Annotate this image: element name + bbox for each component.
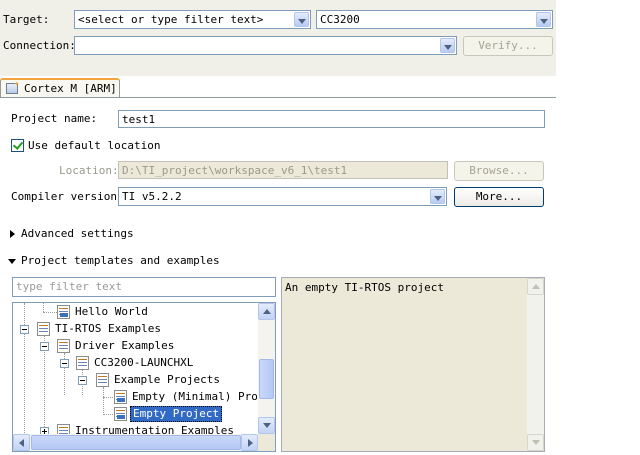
window-margin bbox=[556, 0, 640, 455]
templates-toggle[interactable]: Project templates and examples bbox=[21, 254, 220, 268]
project-name-input[interactable]: test1 bbox=[118, 110, 545, 128]
location-input[interactable]: D:\TI_project\workspace_v6_1\test1 bbox=[118, 161, 448, 179]
star-icon: ✦ bbox=[14, 79, 20, 89]
tree-horizontal-scrollbar[interactable] bbox=[13, 434, 258, 451]
tab-cortex-m[interactable]: ✦ Cortex M [ARM] bbox=[0, 78, 120, 98]
target-device-combo[interactable]: CC3200 bbox=[316, 10, 553, 29]
location-value: D:\TI_project\workspace_v6_1\test1 bbox=[122, 164, 348, 177]
project-name-value: test1 bbox=[122, 113, 156, 126]
scroll-down-button[interactable] bbox=[258, 417, 275, 434]
expand-right-icon[interactable] bbox=[10, 230, 15, 238]
arrow-left-icon bbox=[19, 439, 24, 447]
folder-icon bbox=[37, 322, 50, 336]
tree-item-label: Empty Project bbox=[130, 406, 223, 422]
tree-connector bbox=[43, 303, 44, 312]
arrow-down-icon bbox=[263, 423, 271, 428]
tree-item-label: TI-RTOS Examples bbox=[55, 322, 161, 335]
use-default-checkbox[interactable] bbox=[11, 139, 24, 152]
arrow-up-icon bbox=[532, 284, 540, 289]
target-filter-combo[interactable]: <select or type filter text> bbox=[74, 10, 311, 29]
compiler-version-label: Compiler version: bbox=[11, 190, 124, 203]
collapse-icon[interactable] bbox=[40, 342, 49, 351]
tree-connector bbox=[43, 312, 57, 313]
template-description: An empty TI-RTOS project bbox=[281, 277, 545, 452]
arrow-right-icon bbox=[248, 439, 253, 447]
connection-label: Connection: bbox=[3, 39, 76, 52]
tree-item-label: Driver Examples bbox=[75, 339, 175, 352]
horizontal-scroll-thumb[interactable] bbox=[31, 435, 241, 450]
description-scrollbar[interactable] bbox=[527, 278, 544, 451]
tab-label: Cortex M [ARM] bbox=[24, 82, 117, 95]
folder-icon bbox=[76, 356, 89, 370]
browse-button[interactable]: Browse... bbox=[454, 161, 544, 181]
template-filter-placeholder: type filter text bbox=[16, 280, 122, 293]
location-label: Location: bbox=[59, 164, 119, 177]
verify-button[interactable]: Verify... bbox=[463, 36, 553, 56]
scroll-up-button[interactable] bbox=[258, 303, 275, 320]
collapse-icon[interactable] bbox=[78, 376, 87, 385]
use-default-label: Use default location bbox=[28, 139, 161, 152]
collapse-down-icon[interactable] bbox=[8, 259, 16, 264]
chevron-down-icon[interactable] bbox=[440, 38, 455, 53]
vertical-scroll-thumb[interactable] bbox=[259, 359, 274, 399]
chevron-down-icon[interactable] bbox=[536, 12, 551, 27]
more-button[interactable]: More... bbox=[454, 187, 544, 207]
template-filter-input[interactable]: type filter text bbox=[12, 277, 276, 297]
compiler-version-combo[interactable]: TI v5.2.2 bbox=[118, 187, 447, 206]
tree-item-label: Hello World bbox=[75, 305, 148, 318]
templates-tree[interactable]: Hello World TI-RTOS Examples Driver Exam… bbox=[12, 302, 276, 452]
scroll-left-button[interactable] bbox=[13, 434, 30, 451]
template-description-text: An empty TI-RTOS project bbox=[285, 281, 444, 294]
tab-divider bbox=[0, 97, 556, 98]
scroll-up-button[interactable] bbox=[527, 278, 544, 295]
tree-item-label: CC3200-LAUNCHXL bbox=[94, 356, 194, 369]
tree-vertical-scrollbar[interactable] bbox=[258, 303, 275, 434]
compiler-version-value: TI v5.2.2 bbox=[122, 190, 182, 203]
chevron-down-icon[interactable] bbox=[430, 189, 445, 204]
connection-combo[interactable] bbox=[74, 36, 457, 55]
scrollbar-corner bbox=[258, 434, 275, 451]
template-file-icon bbox=[114, 390, 127, 404]
target-filter-value: <select or type filter text> bbox=[78, 13, 264, 26]
target-device-value: CC3200 bbox=[320, 13, 360, 26]
template-file-icon bbox=[57, 305, 70, 319]
tree-item-label: Example Projects bbox=[114, 373, 220, 386]
folder-icon bbox=[57, 339, 70, 353]
scroll-right-button[interactable] bbox=[241, 434, 258, 451]
folder-icon bbox=[96, 373, 109, 387]
tree-connector bbox=[103, 397, 113, 398]
collapse-icon[interactable] bbox=[20, 325, 29, 334]
project-name-label: Project name: bbox=[11, 112, 98, 125]
template-file-icon bbox=[114, 407, 127, 421]
advanced-settings-toggle[interactable]: Advanced settings bbox=[21, 227, 134, 241]
collapse-icon[interactable] bbox=[60, 359, 69, 368]
arrow-up-icon bbox=[263, 309, 271, 314]
chevron-down-icon[interactable] bbox=[294, 12, 309, 27]
scroll-down-button[interactable] bbox=[527, 434, 544, 451]
tree-connector bbox=[103, 387, 104, 415]
target-label: Target: bbox=[3, 13, 50, 26]
tree-item-label: Empty (Minimal) Proje bbox=[132, 390, 272, 403]
tree-connector bbox=[103, 414, 113, 415]
arrow-down-icon bbox=[532, 440, 540, 445]
